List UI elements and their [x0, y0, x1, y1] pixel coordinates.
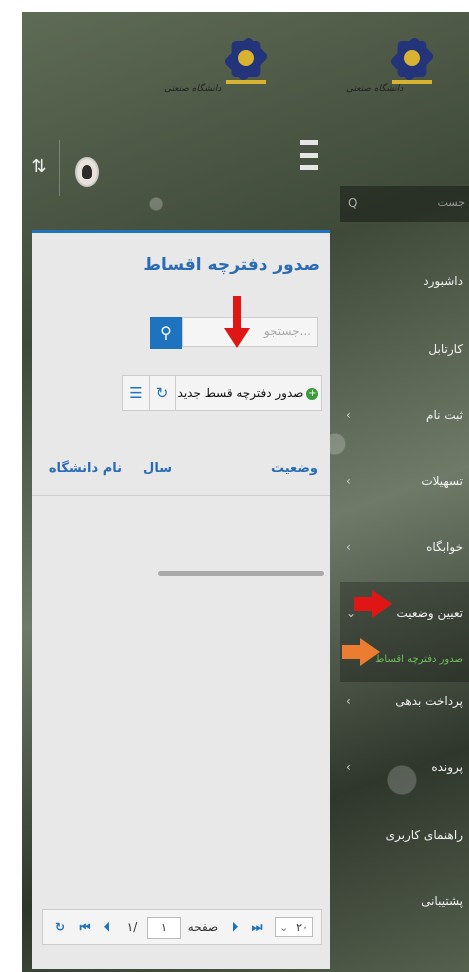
sidebar-logo: [389, 34, 435, 84]
search-button[interactable]: ⚲: [150, 317, 182, 349]
refresh-icon: ↻: [155, 384, 169, 402]
prev-page-icon[interactable]: ⏴: [99, 910, 115, 944]
sidebar-item-label: کارتابل: [428, 342, 463, 356]
sidebar-subitem-label: صدور دفترچه اقساط: [375, 654, 463, 665]
sidebar-item-file[interactable]: ‹ پرونده: [340, 760, 463, 782]
page-label: صفحه: [187, 920, 219, 934]
sidebar: دانشگاه صنعتی Q جست داشبورد کارتابل ‹ ثبت…: [340, 12, 469, 972]
sidebar-item-dormitory[interactable]: ‹ خوابگاه: [340, 540, 463, 562]
avatar[interactable]: [75, 157, 99, 187]
plus-icon: +: [306, 387, 319, 400]
sidebar-item-dashboard[interactable]: داشبورد: [340, 274, 463, 296]
sidebar-item-label: پشتیبانی: [421, 894, 463, 908]
chevron-left-icon: ‹: [346, 760, 351, 774]
refresh-button[interactable]: ↻: [149, 376, 176, 410]
page-title: صدور دفترچه اقساط: [143, 255, 320, 275]
page-size-select[interactable]: ⌄ ۲۰: [275, 917, 313, 937]
page-size-value: ۲۰: [296, 921, 308, 934]
chevron-left-icon: ‹: [346, 540, 351, 554]
first-page-icon[interactable]: ⏮: [75, 910, 95, 944]
column-header-year[interactable]: سال: [143, 461, 172, 476]
sidebar-search[interactable]: Q جست: [340, 186, 469, 222]
sidebar-item-label: ثبت نام: [426, 408, 463, 422]
search-icon: ⚲: [160, 323, 172, 342]
chevron-left-icon: ‹: [346, 474, 351, 488]
column-header-status[interactable]: وضعیت: [271, 461, 318, 476]
university-logo: [223, 34, 269, 84]
red-arrow-right: [354, 590, 392, 618]
sidebar-item-label: پرونده: [431, 760, 463, 774]
new-installment-button[interactable]: صدور دفترچه قسط جدید +: [175, 376, 321, 410]
sliders-icon[interactable]: ⇅: [28, 154, 50, 180]
divider: [59, 140, 60, 196]
sidebar-item-label: تعیین وضعیت: [396, 606, 464, 620]
red-arrow-down: [224, 296, 250, 350]
list-view-button[interactable]: ☰: [123, 376, 150, 410]
header-divider: [32, 495, 330, 496]
total-pages: ۱/: [126, 920, 138, 934]
sidebar-item-label: راهنمای کاربری: [385, 828, 463, 842]
sidebar-item-support[interactable]: پشتیبانی: [340, 894, 463, 916]
sidebar-item-label: داشبورد: [423, 274, 463, 288]
app-frame: دانشگاه صنعتی ⇅ دانشگاه صنعتی Q جست داشب…: [22, 12, 469, 972]
sidebar-item-facilities[interactable]: ‹ تسهیلات: [340, 474, 463, 496]
orange-arrow-right: [342, 638, 380, 666]
main-panel: صدور دفترچه اقساط ⚲ جستجو... ☰ ↻ صدور دف…: [32, 230, 330, 969]
search-icon: Q: [348, 196, 358, 210]
chevron-down-icon: ⌄: [279, 921, 289, 934]
refresh-icon[interactable]: ↻: [51, 910, 69, 944]
search-input[interactable]: جستجو...: [182, 317, 318, 347]
horizontal-scrollbar[interactable]: [158, 571, 324, 576]
chevron-left-icon: ‹: [346, 408, 351, 422]
toolbar: ☰ ↻ صدور دفترچه قسط جدید +: [122, 375, 322, 411]
sidebar-search-placeholder: جست: [437, 196, 465, 209]
hamburger-icon[interactable]: [300, 140, 318, 170]
column-header-university[interactable]: نام دانشگاه: [49, 461, 122, 476]
sidebar-item-label: تسهیلات: [421, 474, 463, 488]
sidebar-item-guide[interactable]: راهنمای کاربری: [340, 828, 463, 850]
sidebar-item-registration[interactable]: ‹ ثبت نام: [340, 408, 463, 430]
sidebar-logo-text: دانشگاه صنعتی: [346, 84, 404, 94]
sidebar-item-label: خوابگاه: [426, 540, 463, 554]
header: دانشگاه صنعتی ⇅: [22, 12, 331, 204]
sidebar-item-label: پرداخت بدهی: [395, 694, 463, 708]
logo-text: دانشگاه صنعتی: [164, 84, 222, 94]
chevron-left-icon: ‹: [346, 694, 351, 708]
list-icon: ☰: [129, 384, 143, 402]
new-button-label: صدور دفترچه قسط جدید: [177, 386, 304, 400]
last-page-icon[interactable]: ⏭: [247, 910, 267, 944]
pager: ↻ ⏮ ⏴ ۱/ ۱ صفحه ⏵ ⏭ ⌄ ۲۰: [42, 909, 322, 945]
next-page-icon[interactable]: ⏵: [227, 910, 243, 944]
sidebar-item-cartable[interactable]: کارتابل: [340, 342, 463, 364]
sidebar-item-payment[interactable]: ‹ پرداخت بدهی: [340, 694, 463, 716]
page-input[interactable]: ۱: [147, 917, 181, 939]
